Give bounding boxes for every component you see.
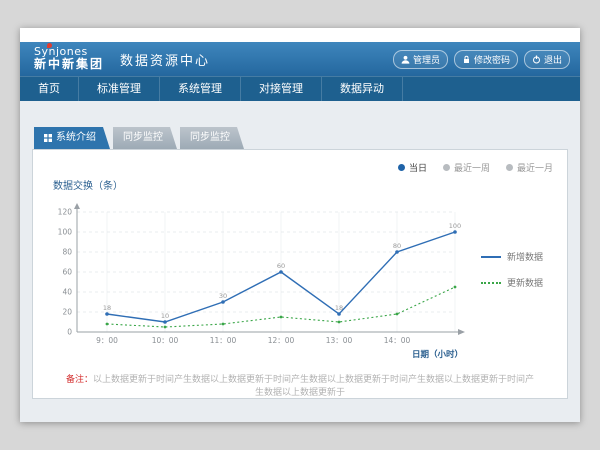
svg-text:10: 10	[161, 312, 169, 320]
admin-button[interactable]: 管理员	[393, 50, 448, 69]
chart-card: 当日 最近一周 最近一月 数据交换（条） 0 20 40 60 80 100 120 9：00…	[32, 149, 568, 399]
legend-line-sample-icon	[481, 256, 501, 258]
svg-text:60: 60	[277, 262, 285, 270]
nav-item-home[interactable]: 首页	[20, 77, 79, 101]
tab-sync-monitor-2-label: 同步监控	[190, 127, 230, 149]
filter-last-week-dot-icon	[443, 164, 450, 171]
app-header: Synjones 新中新集团 数据资源中心 管理员 修改密	[20, 42, 580, 76]
nav-item-system-mgmt[interactable]: 系统管理	[160, 77, 241, 101]
data-exchange-line-chart: 0 20 40 60 80 100 120 9：00 10：00 11：00 12：00 13：00 1…	[47, 192, 477, 362]
grid-icon	[44, 134, 52, 142]
svg-text:60: 60	[62, 268, 72, 277]
nav-item-standard-mgmt[interactable]: 标准管理	[79, 77, 160, 101]
user-icon	[401, 55, 410, 64]
svg-text:9：00: 9：00	[96, 336, 118, 345]
svg-text:120: 120	[58, 208, 73, 217]
svg-text:80: 80	[62, 248, 72, 257]
change-password-label: 修改密码	[474, 53, 510, 66]
svg-text:100: 100	[449, 222, 461, 230]
filter-last-month-label: 最近一月	[517, 161, 553, 174]
content-area: 系统介绍 同步监控 同步监控 当日 最近一周	[20, 101, 580, 422]
series-legend: 新增数据更新数据	[481, 250, 543, 362]
svg-text:100: 100	[58, 228, 73, 237]
svg-text:18: 18	[103, 304, 111, 312]
tab-sync-monitor-2[interactable]: 同步监控	[180, 127, 244, 149]
tab-sync-monitor-1[interactable]: 同步监控	[113, 127, 177, 149]
logout-button-label: 退出	[544, 53, 562, 66]
series-legend-item[interactable]: 新增数据	[481, 250, 543, 263]
svg-text:80: 80	[393, 242, 401, 250]
filter-today-label: 当日	[409, 161, 427, 174]
header-buttons: 管理员 修改密码 退出	[393, 50, 570, 69]
app-title: 数据资源中心	[120, 50, 210, 69]
svg-text:18: 18	[335, 304, 343, 312]
filter-today-dot-icon	[398, 164, 405, 171]
chart-area: 0 20 40 60 80 100 120 9：00 10：00 11：00 12：00 13：00 1…	[47, 192, 553, 362]
svg-text:0: 0	[67, 328, 72, 337]
logo: Synjones 新中新集团	[34, 46, 104, 72]
svg-text:10：00: 10：00	[152, 336, 179, 345]
logo-accent-dot	[47, 43, 52, 48]
tab-bar: 系统介绍 同步监控 同步监控	[34, 127, 568, 149]
change-password-button[interactable]: 修改密码	[454, 50, 518, 69]
footnote-text: 以上数据更新于时间产生数据以上数据更新于时间产生数据以上数据更新于时间产生数据以…	[93, 375, 534, 398]
lock-icon	[462, 55, 471, 64]
tab-system-intro[interactable]: 系统介绍	[34, 127, 110, 149]
admin-button-label: 管理员	[413, 53, 440, 66]
filter-today[interactable]: 当日	[398, 161, 427, 174]
filter-last-week-label: 最近一周	[454, 161, 490, 174]
filter-last-week[interactable]: 最近一周	[443, 161, 490, 174]
filter-last-month-dot-icon	[506, 164, 513, 171]
desktop-background: Synjones 新中新集团 数据资源中心 管理员 修改密	[0, 0, 600, 450]
tab-sync-monitor-1-label: 同步监控	[123, 127, 163, 149]
logo-cn-text: 新中新集团	[34, 58, 104, 72]
svg-text:12：00: 12：00	[268, 336, 295, 345]
nav-item-data-change[interactable]: 数据异动	[322, 77, 403, 101]
legend-line-sample-icon	[481, 282, 501, 284]
footnote-prefix: 备注：	[66, 375, 93, 385]
filter-last-month[interactable]: 最近一月	[506, 161, 553, 174]
nav-item-integration-mgmt[interactable]: 对接管理	[241, 77, 322, 101]
svg-text:日期（小时）: 日期（小时）	[412, 349, 463, 360]
chart-title: 数据交换（条）	[53, 177, 553, 192]
svg-text:13：00: 13：00	[326, 336, 353, 345]
logout-button[interactable]: 退出	[524, 50, 570, 69]
svg-text:40: 40	[62, 288, 72, 297]
page-top-strip	[20, 28, 580, 42]
main-nav: 首页 标准管理 系统管理 对接管理 数据异动	[20, 76, 580, 101]
svg-text:30: 30	[219, 292, 227, 300]
series-legend-label: 更新数据	[507, 276, 543, 289]
svg-text:11：00: 11：00	[210, 336, 237, 345]
series-legend-label: 新增数据	[507, 250, 543, 263]
svg-text:20: 20	[62, 308, 72, 317]
tab-system-intro-label: 系统介绍	[56, 127, 96, 149]
power-icon	[532, 55, 541, 64]
series-legend-item[interactable]: 更新数据	[481, 276, 543, 289]
svg-text:14：00: 14：00	[384, 336, 411, 345]
app-window: Synjones 新中新集团 数据资源中心 管理员 修改密	[20, 28, 580, 422]
footnote: 备注：以上数据更新于时间产生数据以上数据更新于时间产生数据以上数据更新于时间产生…	[47, 374, 553, 399]
time-range-filters: 当日 最近一周 最近一月	[47, 160, 553, 174]
